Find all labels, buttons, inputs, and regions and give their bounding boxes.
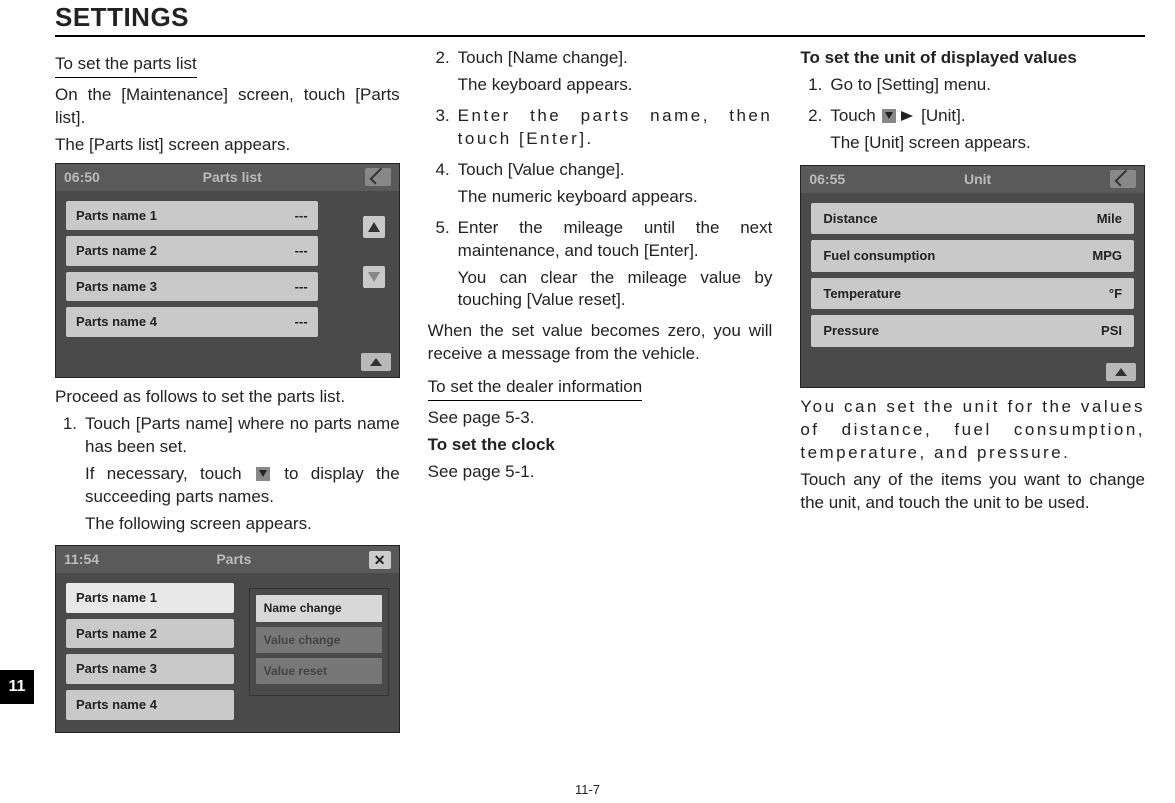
- scroll-down-button[interactable]: [363, 266, 385, 288]
- row-label: Parts name 4: [76, 696, 157, 714]
- arrow-right-icon: [901, 111, 913, 121]
- step-text: The following screen appears.: [85, 513, 400, 536]
- list-item[interactable]: Distance Mile: [811, 203, 1134, 235]
- row-label: Pressure: [823, 322, 879, 340]
- list-item[interactable]: Temperature °F: [811, 278, 1134, 310]
- column-3: To set the unit of displayed values 1. G…: [800, 47, 1145, 741]
- context-menu: Name change Value change Value reset: [249, 588, 389, 696]
- row-label: Parts name 2: [76, 242, 157, 260]
- list-item[interactable]: Parts name 2: [66, 619, 234, 649]
- row-value: ---: [295, 278, 308, 296]
- menu-item-name-change[interactable]: Name change: [256, 595, 382, 621]
- page-number: 11-7: [575, 782, 600, 797]
- close-icon[interactable]: ✕: [369, 551, 391, 569]
- list-item[interactable]: Pressure PSI: [811, 315, 1134, 347]
- subheading-unit: To set the unit of displayed values: [800, 47, 1145, 70]
- paragraph: You can set the unit for the values of d…: [800, 396, 1145, 465]
- subheading-dealer: To set the dealer information: [428, 376, 643, 401]
- screen-time: 06:50: [64, 168, 100, 187]
- list-item[interactable]: Fuel consumption MPG: [811, 240, 1134, 272]
- content-columns: To set the parts list On the [Maintenanc…: [55, 47, 1145, 741]
- subheading-parts-list: To set the parts list: [55, 53, 197, 78]
- step-number: 1.: [800, 74, 822, 101]
- row-label: Temperature: [823, 285, 901, 303]
- screen-title: Parts: [99, 550, 369, 569]
- home-icon: [1115, 368, 1127, 376]
- paragraph: See page 5-3.: [428, 407, 773, 430]
- list-item[interactable]: Parts name 2 ---: [66, 236, 318, 266]
- row-value: MPG: [1092, 247, 1122, 265]
- menu-item-value-reset[interactable]: Value reset: [256, 658, 382, 684]
- menu-item-value-change[interactable]: Value change: [256, 627, 382, 653]
- screen-title: Parts list: [100, 168, 365, 187]
- paragraph: When the set value becomes zero, you wil…: [428, 320, 773, 366]
- back-icon[interactable]: [365, 168, 391, 186]
- step-text: The numeric keyboard appears.: [458, 186, 773, 209]
- home-button[interactable]: [1106, 363, 1136, 381]
- step-number: 3.: [428, 105, 450, 155]
- step-number: 1.: [55, 413, 77, 540]
- row-value: PSI: [1101, 322, 1122, 340]
- column-2: 2. Touch [Name change]. The keyboard app…: [428, 47, 773, 741]
- paragraph: On the [Maintenance] screen, touch [Part…: [55, 84, 400, 130]
- step-text: Touch [Unit].: [830, 105, 1145, 128]
- screenshot-parts-popup: 11:54 Parts ✕ Parts name 1 Parts name 2 …: [55, 545, 400, 732]
- scroll-up-button[interactable]: [363, 216, 385, 238]
- row-label: Parts name 2: [76, 625, 157, 643]
- screenshot-parts-list: 06:50 Parts list Parts name 1 --- Parts …: [55, 163, 400, 378]
- step-number: 4.: [428, 159, 450, 213]
- screen-title: Unit: [845, 170, 1110, 189]
- row-label: Parts name 1: [76, 207, 157, 225]
- row-label: Parts name 3: [76, 660, 157, 678]
- page-title: SETTINGS: [55, 0, 1145, 37]
- row-label: Parts name 4: [76, 313, 157, 331]
- step-text: Go to [Setting] menu.: [830, 74, 1145, 97]
- down-triangle-icon: [882, 109, 896, 123]
- step-number: 5.: [428, 217, 450, 317]
- step-text: You can clear the mileage value by touch…: [458, 267, 773, 313]
- step-text: Touch [Parts name] where no parts name h…: [85, 413, 400, 459]
- row-label: Distance: [823, 210, 877, 228]
- paragraph: See page 5-1.: [428, 461, 773, 484]
- step-number: 2.: [428, 47, 450, 101]
- screen-time: 11:54: [64, 550, 99, 569]
- list-item[interactable]: Parts name 3 ---: [66, 272, 318, 302]
- step-text: If necessary, touch to display the succe…: [85, 463, 400, 509]
- row-value: °F: [1109, 285, 1122, 303]
- chevron-down-icon: [368, 272, 380, 282]
- list-item[interactable]: Parts name 3: [66, 654, 234, 684]
- paragraph: The [Parts list] screen appears.: [55, 134, 400, 157]
- step-number: 2.: [800, 105, 822, 159]
- row-label: Parts name 3: [76, 278, 157, 296]
- step-text: The keyboard appears.: [458, 74, 773, 97]
- step-text: The [Unit] screen appears.: [830, 132, 1145, 155]
- row-value: ---: [295, 313, 308, 331]
- step-text: Touch [Value change].: [458, 159, 773, 182]
- paragraph: Proceed as follows to set the parts list…: [55, 386, 400, 409]
- row-value: Mile: [1097, 210, 1122, 228]
- list-item[interactable]: Parts name 4: [66, 690, 234, 720]
- row-value: ---: [295, 207, 308, 225]
- list-item[interactable]: Parts name 1 ---: [66, 201, 318, 231]
- list-item[interactable]: Parts name 4 ---: [66, 307, 318, 337]
- home-button[interactable]: [361, 353, 391, 371]
- step-text: Enter the parts name, then touch [Enter]…: [458, 105, 773, 151]
- list-item[interactable]: Parts name 1: [66, 583, 234, 613]
- row-label: Parts name 1: [76, 589, 157, 607]
- step-text: Touch [Name change].: [458, 47, 773, 70]
- row-label: Fuel consumption: [823, 247, 935, 265]
- row-value: ---: [295, 242, 308, 260]
- chevron-up-icon: [368, 222, 380, 232]
- column-1: To set the parts list On the [Maintenanc…: [55, 47, 400, 741]
- screen-time: 06:55: [809, 170, 845, 189]
- down-triangle-icon: [256, 467, 270, 481]
- screenshot-unit: 06:55 Unit Distance Mile Fuel consumptio…: [800, 165, 1145, 388]
- chapter-tab: 11: [0, 670, 34, 704]
- step-text: Enter the mileage until the next mainten…: [458, 217, 773, 263]
- subheading-clock: To set the clock: [428, 434, 773, 457]
- back-icon[interactable]: [1110, 170, 1136, 188]
- paragraph: Touch any of the items you want to chang…: [800, 469, 1145, 515]
- home-icon: [370, 358, 382, 366]
